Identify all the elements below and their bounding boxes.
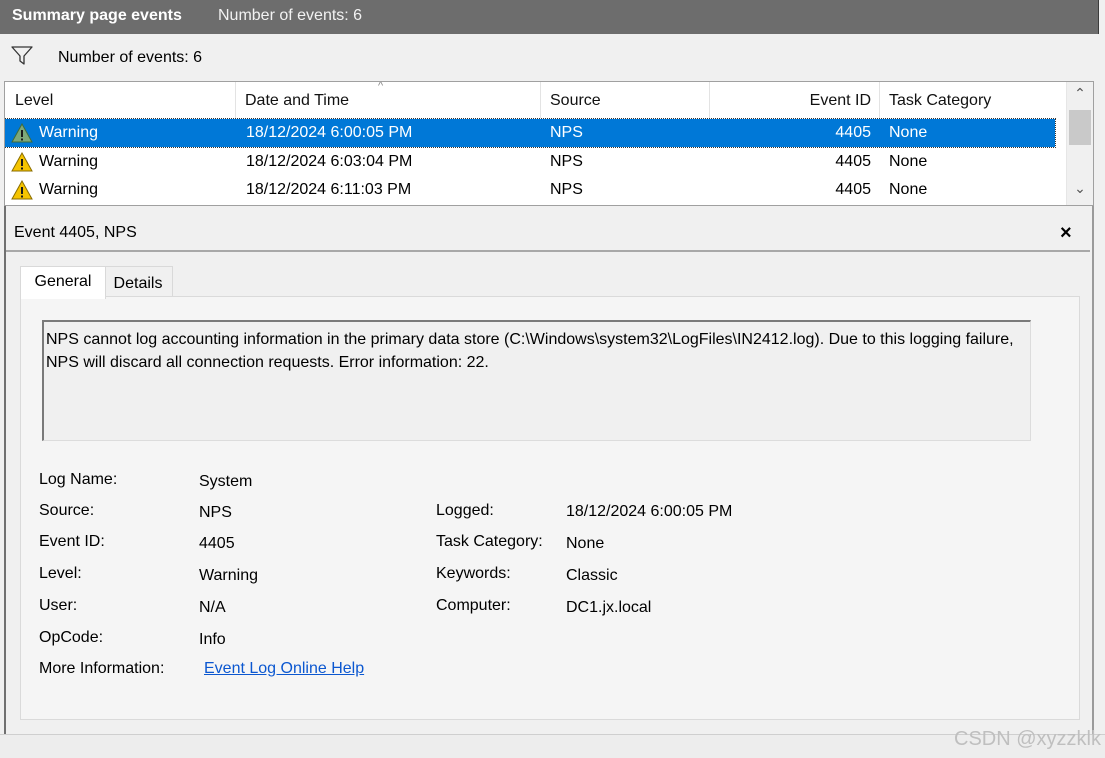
cell-level: Warning (39, 124, 98, 141)
column-header-level[interactable]: Level (15, 82, 235, 119)
panel-title: Summary page events (12, 7, 182, 24)
cell-source: NPS (550, 153, 583, 170)
filter-bar: Number of events: 6 (4, 38, 1094, 80)
cell-task-category: None (889, 124, 928, 141)
cell-source: NPS (550, 124, 583, 141)
events-table[interactable]: Level Date and Time ^ Source Event ID Ta… (4, 81, 1094, 206)
table-row[interactable]: Warning 18/12/2024 6:03:04 PM NPS 4405 N… (5, 148, 1055, 176)
event-id-label: Event ID: (39, 533, 105, 550)
log-name-value: System (199, 473, 253, 490)
warning-triangle-icon (11, 123, 33, 143)
keywords-label: Keywords: (436, 565, 511, 582)
event-message: NPS cannot log accounting information in… (46, 331, 1014, 371)
column-separator[interactable] (709, 82, 710, 118)
detail-header: Event 4405, NPS × (6, 216, 1090, 252)
column-header-event-id[interactable]: Event ID (711, 82, 871, 119)
column-separator[interactable] (540, 82, 541, 118)
cell-event-id: 4405 (835, 153, 871, 170)
logged-label: Logged: (436, 502, 494, 519)
cell-date-time: 18/12/2024 6:00:05 PM (246, 124, 413, 141)
warning-triangle-icon (11, 152, 33, 172)
source-value: NPS (199, 504, 232, 521)
warning-triangle-icon (11, 180, 33, 200)
level-value: Warning (199, 567, 258, 584)
column-header-source[interactable]: Source (550, 82, 705, 119)
panel-title-bar: Summary page events Number of events: 6 (0, 0, 1099, 34)
filter-event-count: Number of events: 6 (58, 49, 203, 66)
tab-general[interactable]: General (20, 266, 106, 299)
more-information-label: More Information: (39, 660, 165, 677)
cell-event-id: 4405 (835, 181, 871, 198)
vertical-scrollbar[interactable]: ⌃ ⌄ (1066, 82, 1093, 205)
cell-level: Warning (39, 153, 98, 170)
user-label: User: (39, 597, 78, 614)
opcode-value: Info (199, 631, 226, 648)
column-header-task-category[interactable]: Task Category (889, 82, 1059, 119)
cell-task-category: None (889, 181, 928, 198)
panel-event-count: Number of events: 6 (218, 7, 363, 24)
event-detail-pane: Event 4405, NPS × General Details NPS ca… (4, 206, 1094, 734)
scrollbar-thumb[interactable] (1069, 110, 1091, 145)
event-id-value: 4405 (199, 535, 235, 552)
close-icon[interactable]: × (1060, 222, 1072, 245)
column-separator[interactable] (879, 82, 880, 118)
event-log-online-help-link[interactable]: Event Log Online Help (204, 660, 364, 678)
general-tab-panel: NPS cannot log accounting information in… (20, 296, 1080, 720)
log-name-label: Log Name: (39, 471, 118, 488)
opcode-label: OpCode: (39, 629, 104, 646)
cell-event-id: 4405 (835, 124, 871, 141)
cell-task-category: None (889, 153, 928, 170)
detail-title: Event 4405, NPS (14, 224, 137, 241)
logged-value: 18/12/2024 6:00:05 PM (566, 503, 733, 520)
status-strip (0, 734, 1105, 758)
cell-date-time: 18/12/2024 6:11:03 PM (246, 181, 412, 198)
column-header-date-time[interactable]: Date and Time (245, 82, 535, 119)
computer-label: Computer: (436, 597, 511, 614)
cell-level: Warning (39, 181, 98, 198)
column-separator[interactable] (235, 82, 236, 118)
sort-ascending-icon: ^ (378, 81, 384, 92)
tab-details[interactable]: Details (103, 266, 173, 297)
event-message-box[interactable]: NPS cannot log accounting information in… (42, 320, 1031, 441)
cell-source: NPS (550, 181, 583, 198)
table-row[interactable]: Warning 18/12/2024 6:00:05 PM NPS 4405 N… (5, 118, 1056, 148)
scroll-down-icon[interactable]: ⌄ (1067, 180, 1093, 197)
user-value: N/A (199, 599, 226, 616)
computer-value: DC1.jx.local (566, 599, 652, 616)
watermark: CSDN @xyzzklk (954, 728, 1101, 750)
table-row[interactable]: Warning 18/12/2024 6:11:03 PM NPS 4405 N… (5, 176, 1055, 204)
funnel-icon[interactable] (10, 44, 34, 66)
cell-date-time: 18/12/2024 6:03:04 PM (246, 153, 413, 170)
task-category-value: None (566, 535, 605, 552)
task-category-label: Task Category: (436, 533, 543, 550)
level-label: Level: (39, 565, 82, 582)
scroll-up-icon[interactable]: ⌃ (1067, 85, 1093, 102)
keywords-value: Classic (566, 567, 618, 584)
source-label: Source: (39, 502, 95, 519)
